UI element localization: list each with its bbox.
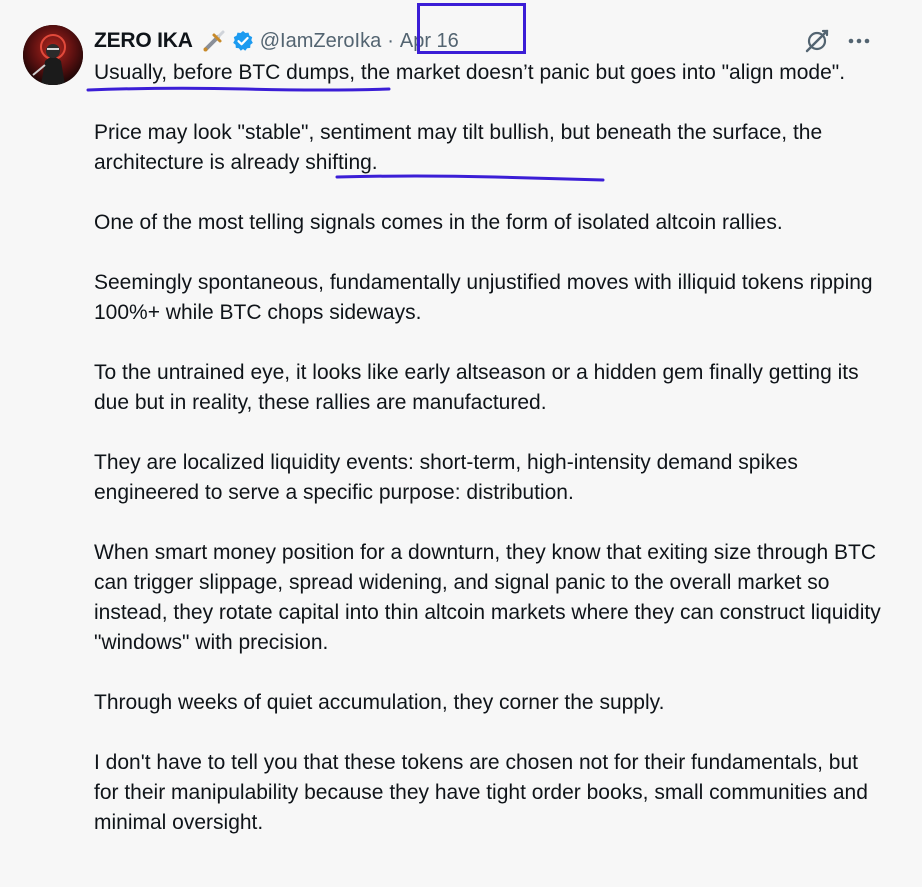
highlight-underline-2 bbox=[335, 174, 605, 182]
paragraph-3: One of the most telling signals comes in… bbox=[94, 211, 783, 234]
tweet-header: ZERO IKA @IamZeroIka · Apr 16 bbox=[94, 24, 459, 58]
paragraph-4: Seemingly spontaneous, fundamentally unj… bbox=[94, 271, 873, 324]
highlight-underline-1 bbox=[86, 86, 391, 92]
paragraph-2-start: Price may look "stable", bbox=[94, 121, 321, 144]
paragraph-1-rest: the market doesn’t panic but goes into "… bbox=[355, 61, 846, 84]
paragraph-5: To the untrained eye, it looks like earl… bbox=[94, 361, 859, 414]
dagger-emoji-icon bbox=[201, 28, 227, 54]
paragraph-9: I don't have to tell you that these toke… bbox=[94, 751, 868, 834]
paragraph-7: When smart money position for a downturn… bbox=[94, 541, 881, 654]
paragraph-2: Price may look "stable", sentiment may t… bbox=[94, 118, 884, 178]
tweet-date[interactable]: Apr 16 bbox=[400, 30, 459, 53]
paragraph-2-highlight: sentiment may tilt bullish bbox=[320, 121, 549, 144]
avatar-image bbox=[23, 25, 83, 85]
paragraph-6: They are localized liquidity events: sho… bbox=[94, 451, 798, 504]
more-options-icon[interactable] bbox=[846, 28, 872, 54]
grok-icon[interactable] bbox=[803, 27, 831, 55]
display-name[interactable]: ZERO IKA bbox=[94, 29, 193, 53]
paragraph-8: Through weeks of quiet accumulation, the… bbox=[94, 691, 665, 714]
tweet: ZERO IKA @IamZeroIka · Apr 16 Usually, b… bbox=[0, 0, 922, 887]
user-handle[interactable]: @IamZeroIka bbox=[260, 30, 381, 53]
verified-badge-icon[interactable] bbox=[232, 30, 254, 52]
paragraph-1-highlight: Usually, before BTC dumps, bbox=[94, 61, 356, 84]
avatar[interactable] bbox=[23, 25, 83, 85]
separator-dot: · bbox=[387, 29, 394, 52]
